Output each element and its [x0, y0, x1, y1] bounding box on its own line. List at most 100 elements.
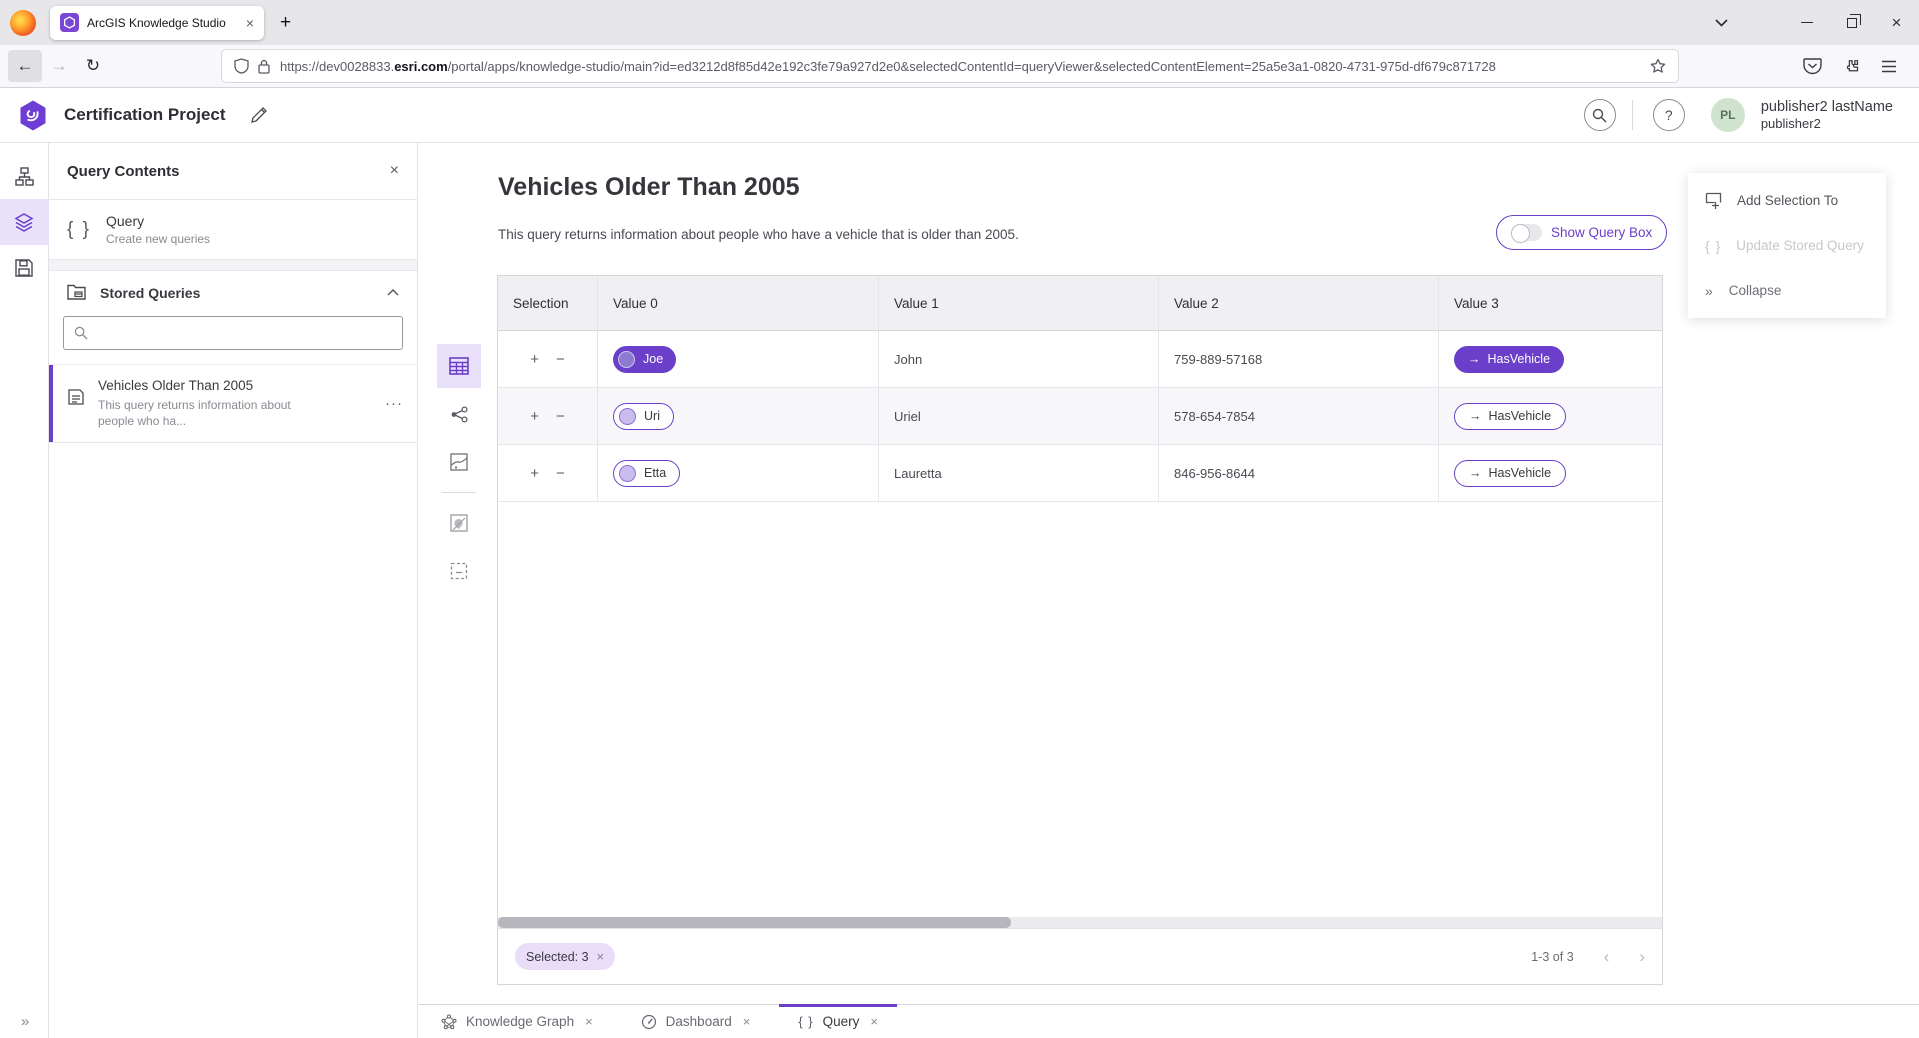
edit-pencil-icon[interactable]	[250, 107, 267, 124]
stored-queries-folder-icon	[67, 284, 86, 301]
tab-close-icon[interactable]: ×	[585, 1014, 593, 1029]
relationship-pill[interactable]: →HasVehicle	[1454, 346, 1564, 373]
new-map-button[interactable]	[437, 501, 481, 545]
stored-query-title: Vehicles Older Than 2005	[98, 378, 372, 393]
user-info[interactable]: publisher2 lastName publisher2	[1761, 98, 1893, 132]
select-plus-button[interactable]: +	[530, 465, 539, 482]
hamburger-menu-icon[interactable]	[1881, 60, 1897, 73]
tab-close-icon[interactable]: ×	[870, 1014, 878, 1029]
entity-pill[interactable]: Uri	[613, 403, 674, 430]
rail-expand-button[interactable]: »	[0, 1013, 49, 1030]
clear-selection-icon[interactable]: ×	[597, 949, 605, 964]
column-header[interactable]: Value 2	[1159, 276, 1439, 330]
toggle-switch[interactable]	[1511, 224, 1542, 241]
lock-icon[interactable]	[258, 59, 270, 74]
column-header[interactable]: Selection	[498, 276, 598, 330]
menu-item-label: Update Stored Query	[1736, 238, 1864, 253]
map-view-button[interactable]	[437, 440, 481, 484]
link-chart-button[interactable]	[437, 392, 481, 436]
table-empty-area	[498, 502, 1662, 917]
show-query-box-toggle[interactable]: Show Query Box	[1496, 215, 1667, 250]
selected-count-chip[interactable]: Selected: 3 ×	[515, 943, 615, 970]
previous-page-button[interactable]: ‹	[1604, 947, 1610, 967]
window-minimize-button[interactable]	[1784, 0, 1829, 45]
save-floppy-icon	[15, 259, 33, 277]
select-minus-button[interactable]: −	[556, 465, 565, 482]
menu-update-stored-query[interactable]: { } Update Stored Query	[1688, 223, 1886, 268]
tab-dashboard[interactable]: Dashboard ×	[626, 1005, 766, 1038]
tab-list-chevron-icon[interactable]	[1699, 0, 1744, 45]
horizontal-scrollbar[interactable]	[498, 917, 1662, 928]
extensions-puzzle-icon[interactable]	[1843, 58, 1860, 75]
back-button[interactable]: ←	[8, 50, 42, 82]
query-create-item[interactable]: { } Query Create new queries	[49, 200, 417, 259]
tab-close-icon[interactable]: ×	[246, 15, 254, 31]
stored-query-item[interactable]: Vehicles Older Than 2005 This query retu…	[49, 364, 417, 443]
stored-queries-header[interactable]: Stored Queries	[49, 271, 417, 314]
column-header[interactable]: Value 0	[598, 276, 879, 330]
select-plus-button[interactable]: +	[530, 351, 539, 368]
rail-save-button[interactable]	[0, 245, 49, 291]
tab-knowledge-graph[interactable]: Knowledge Graph ×	[426, 1005, 608, 1038]
arcgis-favicon-icon	[60, 13, 79, 32]
map-icon	[450, 453, 468, 471]
content-tab-bar: Knowledge Graph × Dashboard × { } Query …	[418, 1004, 1919, 1038]
tab-label: Knowledge Graph	[466, 1014, 574, 1029]
stored-queries-search[interactable]	[63, 316, 403, 350]
chevron-up-icon[interactable]	[387, 289, 399, 296]
item-options-icon[interactable]: ···	[385, 395, 403, 412]
entity-dot-icon	[619, 465, 636, 482]
tracking-shield-icon[interactable]	[234, 58, 249, 74]
selection-marquee-icon	[450, 562, 468, 580]
bookmark-star-icon[interactable]	[1650, 58, 1666, 74]
rail-contents-button[interactable]	[0, 199, 49, 245]
column-header[interactable]: Value 1	[879, 276, 1159, 330]
select-plus-button[interactable]: +	[530, 408, 539, 425]
entity-pill[interactable]: Joe	[613, 346, 676, 373]
table-icon	[449, 357, 469, 375]
cell-value: Lauretta	[879, 445, 1159, 501]
firefox-logo-icon[interactable]	[10, 10, 36, 36]
tab-close-icon[interactable]: ×	[743, 1014, 751, 1029]
table-footer: Selected: 3 × 1-3 of 3 ‹ ›	[498, 928, 1662, 984]
menu-item-label: Add Selection To	[1737, 193, 1838, 208]
menu-add-selection-to[interactable]: Add Selection To	[1688, 178, 1886, 223]
table-row[interactable]: + − Uri Uriel 578-654-7854 →HasVehicle	[498, 388, 1662, 445]
table-view-button[interactable]	[437, 344, 481, 388]
url-bar[interactable]: https://dev0028833.esri.com/portal/apps/…	[222, 50, 1678, 82]
help-button[interactable]: ?	[1653, 99, 1685, 131]
table-row[interactable]: + − Etta Lauretta 846-956-8644 →HasVehic…	[498, 445, 1662, 502]
panel-title: Query Contents	[67, 163, 180, 180]
next-page-button[interactable]: ›	[1639, 947, 1645, 967]
table-row[interactable]: + − Joe John 759-889-57168 →HasVehicle	[498, 331, 1662, 388]
tab-query[interactable]: { } Query ×	[783, 1005, 893, 1038]
search-icon	[1592, 108, 1607, 123]
scrollbar-thumb[interactable]	[498, 917, 1011, 928]
cell-value: 578-654-7854	[1159, 388, 1439, 444]
window-close-button[interactable]: ×	[1874, 0, 1919, 45]
window-restore-button[interactable]	[1829, 0, 1874, 45]
relationship-pill[interactable]: →HasVehicle	[1454, 403, 1566, 430]
cell-value: John	[879, 331, 1159, 387]
column-header[interactable]: Value 3	[1439, 276, 1662, 330]
select-minus-button[interactable]: −	[556, 408, 565, 425]
panel-close-icon[interactable]: ×	[390, 162, 399, 180]
entity-pill[interactable]: Etta	[613, 460, 680, 487]
menu-collapse[interactable]: » Collapse	[1688, 268, 1886, 313]
header-search-button[interactable]	[1584, 99, 1616, 131]
tab-label: Dashboard	[666, 1014, 732, 1029]
select-minus-button[interactable]: −	[556, 351, 565, 368]
search-input[interactable]	[96, 326, 392, 341]
tab-label: Query	[823, 1014, 860, 1029]
rail-data-model-button[interactable]	[0, 153, 49, 199]
reload-button[interactable]: ↻	[76, 50, 110, 82]
browser-tab[interactable]: ArcGIS Knowledge Studio ×	[50, 6, 264, 40]
forward-button[interactable]: →	[42, 50, 76, 82]
select-region-button[interactable]	[437, 549, 481, 593]
user-avatar[interactable]: PL	[1711, 98, 1745, 132]
browser-navbar: ← → ↻ https://dev0028833.esri.com/portal…	[0, 45, 1919, 88]
pocket-icon[interactable]	[1803, 58, 1822, 75]
new-tab-button[interactable]: +	[280, 12, 291, 34]
relationship-pill[interactable]: →HasVehicle	[1454, 460, 1566, 487]
link-chart-icon	[450, 406, 469, 423]
